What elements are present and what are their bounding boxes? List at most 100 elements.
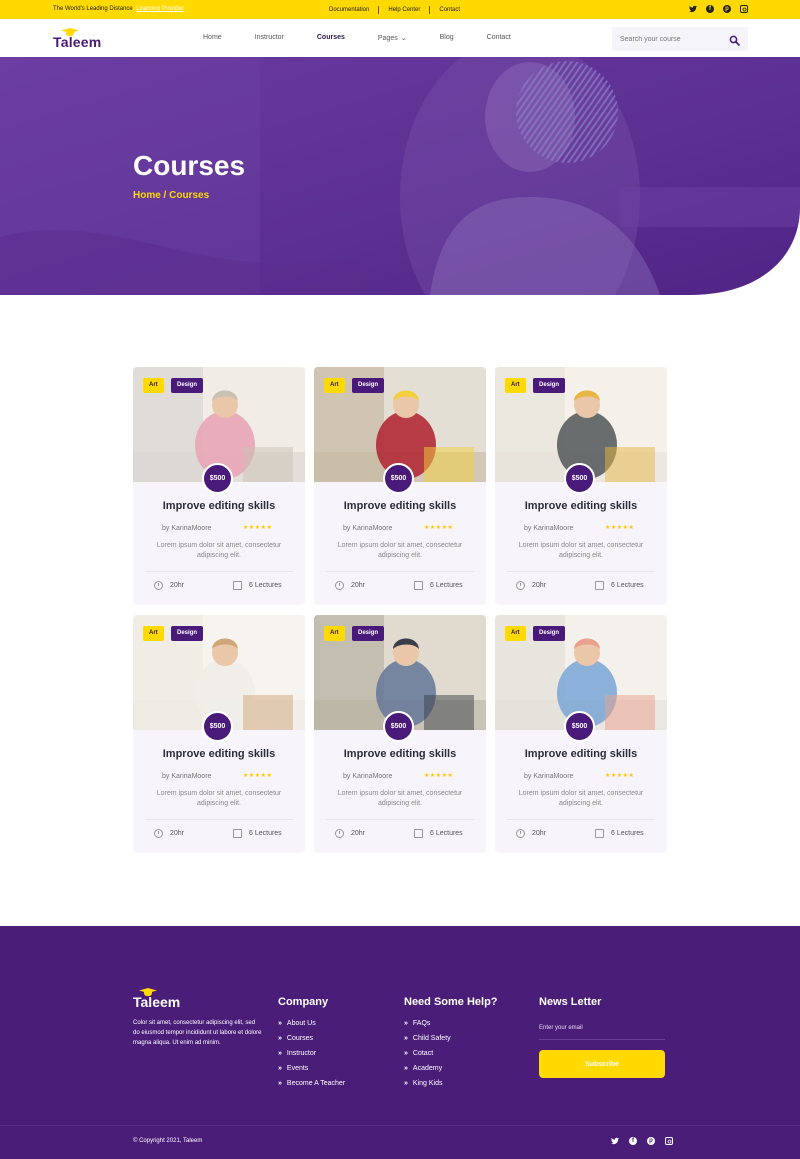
footer-link-events[interactable]: » Events	[278, 1061, 345, 1076]
double-chevron-icon: »	[278, 1020, 282, 1027]
course-card[interactable]: Art Design $500 Improve editing skills b…	[133, 615, 305, 853]
course-hours: 20hr	[516, 581, 546, 590]
footer-link-faqs[interactable]: » FAQs	[404, 1016, 451, 1031]
tag-design[interactable]: Design	[533, 626, 566, 641]
top-socials: f p	[689, 5, 748, 13]
course-author: by KarinaMoore	[524, 773, 574, 780]
pinterest-icon[interactable]: p	[723, 5, 731, 13]
nav-blog[interactable]: Blog	[440, 34, 454, 42]
price-badge: $500	[564, 711, 595, 742]
course-author: by KarinaMoore	[524, 525, 574, 532]
footer-link-label: Instructor	[286, 1050, 317, 1057]
double-chevron-icon: »	[404, 1050, 408, 1057]
footer-about: Color sit amet, consectetur adipiscing e…	[133, 1020, 262, 1046]
nav-instructor[interactable]: Instructor	[255, 34, 284, 42]
footer-link-academy[interactable]: » Academy	[404, 1061, 451, 1076]
rating-stars: ★★★★★	[605, 525, 635, 531]
footer-link-courses[interactable]: » Courses	[278, 1031, 345, 1046]
footer-link-instructor[interactable]: » Instructor	[278, 1046, 345, 1061]
course-title[interactable]: Improve editing skills	[133, 500, 305, 512]
twitter-icon[interactable]	[689, 5, 697, 13]
course-hours: 20hr	[154, 829, 184, 838]
card-divider	[507, 819, 655, 820]
hours-value: 20hr	[351, 582, 366, 589]
tag-design[interactable]: Design	[171, 378, 204, 393]
footer-logo[interactable]: Taleem	[133, 988, 180, 1010]
nav-home[interactable]: Home	[203, 34, 222, 42]
newsletter-email-field[interactable]: Enter your email	[539, 1025, 583, 1031]
top-link-help-center[interactable]: Help Center	[379, 6, 431, 14]
tag-art[interactable]: Art	[143, 626, 164, 641]
course-title[interactable]: Improve editing skills	[314, 500, 486, 512]
footer-link-about-us[interactable]: » About Us	[278, 1016, 345, 1031]
double-chevron-icon: »	[404, 1035, 408, 1042]
course-title[interactable]: Improve editing skills	[495, 748, 667, 760]
nav-contact[interactable]: Contact	[487, 34, 511, 42]
tag-design[interactable]: Design	[171, 626, 204, 641]
search-box	[612, 27, 748, 51]
lectures-value: 6 Lectures	[249, 582, 282, 589]
course-description: Lorem ipsum dolor sit amet, consectetur …	[518, 542, 644, 559]
footer-divider	[0, 1125, 800, 1126]
footer-link-king-kids[interactable]: » King Kids	[404, 1076, 451, 1091]
top-link-documentation[interactable]: Documentation	[329, 6, 380, 14]
logo[interactable]: Taleem	[53, 28, 101, 50]
price-badge: $500	[564, 463, 595, 494]
instagram-icon[interactable]	[665, 1137, 673, 1145]
tag-art[interactable]: Art	[324, 378, 345, 393]
subscribe-button[interactable]: Subscribe	[539, 1050, 665, 1078]
nav-pages[interactable]: Pages ⌄	[378, 34, 407, 42]
pinterest-icon[interactable]: p	[647, 1137, 655, 1145]
footer-link-contact[interactable]: » Cotact	[404, 1046, 451, 1061]
tag-design[interactable]: Design	[352, 378, 385, 393]
tag-design[interactable]: Design	[533, 378, 566, 393]
twitter-icon[interactable]	[611, 1137, 619, 1145]
graduation-cap-icon	[61, 28, 79, 36]
course-title[interactable]: Improve editing skills	[133, 748, 305, 760]
tag-design[interactable]: Design	[352, 626, 385, 641]
tagline-text: The World's Leading Distance	[53, 6, 133, 12]
search-input[interactable]	[620, 33, 720, 45]
instagram-icon[interactable]	[740, 5, 748, 13]
course-card[interactable]: Art Design $500 Improve editing skills b…	[314, 615, 486, 853]
facebook-icon[interactable]: f	[706, 5, 714, 13]
course-card[interactable]: Art Design $500 Improve editing skills b…	[133, 367, 305, 605]
card-divider	[326, 571, 474, 572]
course-title[interactable]: Improve editing skills	[495, 500, 667, 512]
facebook-icon[interactable]: f	[629, 1137, 637, 1145]
tag-art[interactable]: Art	[324, 626, 345, 641]
footer-link-child-safety[interactable]: » Child Safety	[404, 1031, 451, 1046]
footer-link-label: Academy	[412, 1065, 443, 1072]
clock-icon	[335, 581, 344, 590]
hours-value: 20hr	[170, 830, 185, 837]
course-lectures: 6 Lectures	[233, 581, 282, 590]
tag-art[interactable]: Art	[143, 378, 164, 393]
course-description: Lorem ipsum dolor sit amet, consectetur …	[156, 790, 282, 807]
tag-art[interactable]: Art	[505, 626, 526, 641]
course-lectures: 6 Lectures	[414, 829, 463, 838]
course-card[interactable]: Art Design $500 Improve editing skills b…	[495, 367, 667, 605]
footer-help-links: » FAQs » Child Safety » Cotact » Academy » Ki…	[404, 1016, 451, 1091]
course-author: by KarinaMoore	[162, 525, 212, 532]
hours-value: 20hr	[351, 830, 366, 837]
lectures-value: 6 Lectures	[611, 830, 644, 837]
top-link-contact[interactable]: Contact	[430, 6, 469, 14]
main-nav: Home Instructor Courses Pages ⌄ Blog Cont…	[203, 34, 544, 42]
course-title[interactable]: Improve editing skills	[314, 748, 486, 760]
course-card[interactable]: Art Design $500 Improve editing skills b…	[314, 367, 486, 605]
course-card[interactable]: Art Design $500 Improve editing skills b…	[495, 615, 667, 853]
rating-stars: ★★★★★	[424, 525, 454, 531]
search-icon[interactable]	[729, 33, 740, 46]
breadcrumb[interactable]: Home / Courses	[133, 190, 209, 201]
tag-art[interactable]: Art	[505, 378, 526, 393]
course-author: by KarinaMoore	[162, 773, 212, 780]
nav-courses[interactable]: Courses	[317, 34, 345, 42]
double-chevron-icon: »	[278, 1065, 282, 1072]
tagline-link[interactable]: Learning Provider	[136, 6, 183, 12]
course-lectures: 6 Lectures	[595, 829, 644, 838]
course-lectures: 6 Lectures	[414, 581, 463, 590]
card-divider	[145, 571, 293, 572]
footer-link-label: Courses	[286, 1035, 313, 1042]
footer-link-become-teacher[interactable]: » Become A Teacher	[278, 1076, 345, 1091]
course-hours: 20hr	[516, 829, 546, 838]
